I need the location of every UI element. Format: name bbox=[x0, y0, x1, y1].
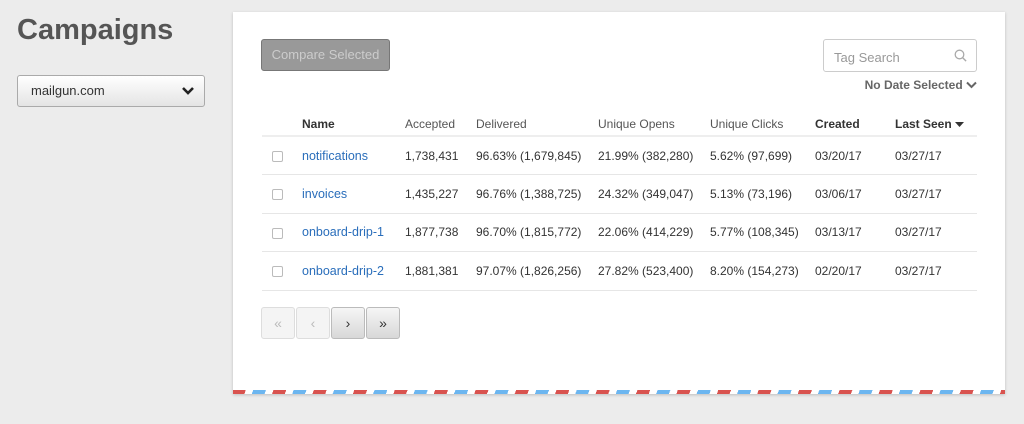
compare-selected-button[interactable]: Compare Selected bbox=[261, 39, 390, 71]
row-checkbox[interactable] bbox=[272, 227, 283, 239]
row-checkbox[interactable] bbox=[272, 150, 283, 162]
chevron-down-icon bbox=[966, 81, 977, 89]
campaign-link[interactable]: notifications bbox=[302, 149, 368, 163]
cell-unique-clicks: 5.62% (97,699) bbox=[710, 136, 815, 175]
page-title: Campaigns bbox=[17, 14, 174, 46]
cell-name: onboard-drip-2 bbox=[302, 251, 405, 291]
chevron-down-icon bbox=[182, 87, 194, 95]
cell-last-seen: 03/27/17 bbox=[895, 136, 977, 175]
search-icon bbox=[954, 49, 967, 62]
cell-accepted: 1,738,431 bbox=[405, 136, 476, 175]
date-filter-dropdown[interactable]: No Date Selected bbox=[865, 78, 977, 92]
column-header-delivered[interactable]: Delivered bbox=[476, 112, 598, 137]
cell-unique-clicks: 8.20% (154,273) bbox=[710, 251, 815, 291]
cell-delivered: 96.70% (1,815,772) bbox=[476, 213, 598, 252]
domain-select-value: mailgun.com bbox=[31, 83, 105, 98]
cell-delivered: 96.76% (1,388,725) bbox=[476, 174, 598, 214]
column-header-created[interactable]: Created bbox=[815, 112, 895, 137]
table-row: invoices 1,435,227 96.76% (1,388,725) 24.32… bbox=[262, 174, 977, 214]
cell-created: 03/06/17 bbox=[815, 174, 895, 214]
row-select-cell bbox=[262, 213, 302, 252]
previous-page-button[interactable]: ‹ bbox=[296, 307, 330, 339]
cell-accepted: 1,435,227 bbox=[405, 174, 476, 214]
last-seen-label: Last Seen bbox=[895, 116, 952, 131]
campaigns-table: Name Accepted Delivered Unique Opens Uni… bbox=[262, 112, 977, 291]
column-header-unique-clicks[interactable]: Unique Clicks bbox=[710, 112, 815, 137]
airmail-stripe bbox=[233, 390, 1005, 394]
table-row: notifications 1,738,431 96.63% (1,679,845)… bbox=[262, 136, 977, 175]
cell-name: onboard-drip-1 bbox=[302, 213, 405, 252]
tag-search bbox=[823, 39, 977, 72]
column-header-name[interactable]: Name bbox=[302, 112, 405, 137]
row-select-cell bbox=[262, 174, 302, 214]
cell-unique-opens: 27.82% (523,400) bbox=[598, 251, 710, 291]
cell-accepted: 1,877,738 bbox=[405, 213, 476, 252]
cell-accepted: 1,881,381 bbox=[405, 251, 476, 291]
cell-name: notifications bbox=[302, 136, 405, 175]
first-page-button[interactable]: « bbox=[261, 307, 295, 339]
cell-unique-clicks: 5.13% (73,196) bbox=[710, 174, 815, 214]
column-header-accepted[interactable]: Accepted bbox=[405, 112, 476, 137]
campaigns-card: Compare Selected No Date Selected Name A… bbox=[233, 12, 1005, 394]
campaign-link[interactable]: onboard-drip-1 bbox=[302, 225, 384, 239]
cell-last-seen: 03/27/17 bbox=[895, 251, 977, 291]
row-checkbox[interactable] bbox=[272, 266, 283, 278]
cell-last-seen: 03/27/17 bbox=[895, 213, 977, 252]
column-header-unique-opens[interactable]: Unique Opens bbox=[598, 112, 710, 137]
cell-unique-opens: 24.32% (349,047) bbox=[598, 174, 710, 214]
cell-name: invoices bbox=[302, 174, 405, 214]
cell-unique-opens: 22.06% (414,229) bbox=[598, 213, 710, 252]
campaign-link[interactable]: invoices bbox=[302, 187, 347, 201]
next-page-button[interactable]: › bbox=[331, 307, 365, 339]
row-select-cell bbox=[262, 136, 302, 175]
cell-created: 02/20/17 bbox=[815, 251, 895, 291]
table-row: onboard-drip-1 1,877,738 96.70% (1,815,772… bbox=[262, 213, 977, 252]
campaign-link[interactable]: onboard-drip-2 bbox=[302, 264, 384, 278]
pagination: « ‹ › » bbox=[261, 307, 400, 339]
row-select-cell bbox=[262, 251, 302, 291]
cell-unique-opens: 21.99% (382,280) bbox=[598, 136, 710, 175]
cell-last-seen: 03/27/17 bbox=[895, 174, 977, 214]
row-checkbox[interactable] bbox=[272, 189, 283, 201]
date-filter-label: No Date Selected bbox=[864, 78, 963, 92]
cell-delivered: 97.07% (1,826,256) bbox=[476, 251, 598, 291]
tag-search-input[interactable] bbox=[832, 49, 952, 66]
column-header-last-seen[interactable]: Last Seen bbox=[895, 112, 977, 137]
cell-created: 03/13/17 bbox=[815, 213, 895, 252]
cell-unique-clicks: 5.77% (108,345) bbox=[710, 213, 815, 252]
select-column-header bbox=[262, 112, 302, 137]
table-row: onboard-drip-2 1,881,381 97.07% (1,826,256… bbox=[262, 251, 977, 291]
sort-desc-icon bbox=[955, 121, 965, 127]
domain-select[interactable]: mailgun.com bbox=[17, 75, 205, 107]
last-page-button[interactable]: » bbox=[366, 307, 400, 339]
cell-delivered: 96.63% (1,679,845) bbox=[476, 136, 598, 175]
cell-created: 03/20/17 bbox=[815, 136, 895, 175]
